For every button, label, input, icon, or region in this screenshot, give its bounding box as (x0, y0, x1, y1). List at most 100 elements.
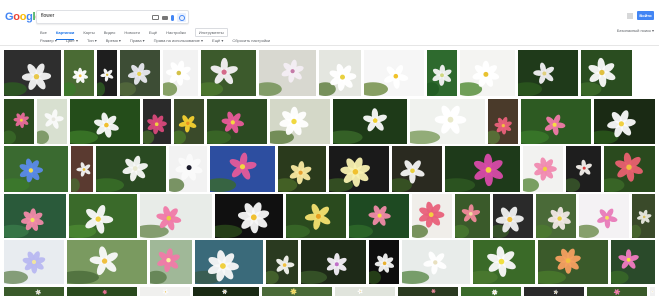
image-thumbnail[interactable] (120, 50, 160, 96)
keyboard-icon[interactable] (162, 15, 168, 20)
camera-icon[interactable] (152, 15, 159, 20)
image-thumbnail[interactable] (140, 287, 190, 296)
image-thumbnail[interactable] (4, 99, 34, 144)
image-thumbnail[interactable] (4, 240, 64, 284)
image-thumbnail[interactable] (163, 50, 198, 96)
tool-dropdown-5[interactable]: Права на использование ▾ (154, 38, 203, 43)
image-thumbnail[interactable] (195, 240, 263, 284)
image-thumbnail[interactable] (140, 194, 212, 238)
tool-dropdown-1[interactable]: Цвет ▾ (66, 38, 78, 43)
tab-6[interactable]: Настройки (166, 30, 186, 35)
image-thumbnail[interactable] (4, 146, 68, 192)
tool-dropdown-6[interactable]: Ещё ▾ (212, 38, 223, 43)
image-thumbnail[interactable] (70, 99, 140, 144)
image-thumbnail[interactable] (71, 146, 93, 192)
tool-dropdown-2[interactable]: Тип ▾ (87, 38, 97, 43)
image-thumbnail[interactable] (150, 240, 192, 284)
image-thumbnail[interactable] (301, 240, 366, 284)
tool-dropdown-7[interactable]: Сбросить настройки (232, 38, 270, 43)
image-thumbnail[interactable] (581, 50, 632, 96)
image-thumbnail[interactable] (201, 50, 256, 96)
image-thumbnail[interactable] (319, 50, 361, 96)
image-thumbnail[interactable] (169, 146, 207, 192)
image-thumbnail[interactable] (455, 194, 490, 238)
safesearch-toggle[interactable]: Безопасный поиск ▾ (617, 28, 654, 33)
image-row (0, 194, 659, 238)
tab-1[interactable]: Картинки (55, 30, 75, 40)
image-thumbnail[interactable] (488, 99, 518, 144)
image-thumbnail[interactable] (286, 194, 346, 238)
image-thumbnail[interactable] (460, 50, 515, 96)
image-thumbnail[interactable] (579, 194, 629, 238)
image-thumbnail[interactable] (329, 146, 389, 192)
image-thumbnail[interactable] (445, 146, 520, 192)
image-thumbnail[interactable] (69, 194, 137, 238)
image-thumbnail[interactable] (566, 146, 601, 192)
image-thumbnail[interactable] (392, 146, 442, 192)
image-thumbnail[interactable] (96, 146, 166, 192)
image-thumbnail[interactable] (262, 287, 332, 296)
image-thumbnail[interactable] (461, 287, 521, 296)
image-thumbnail[interactable] (4, 50, 61, 96)
tab-3[interactable]: Видео (104, 30, 116, 35)
image-thumbnail[interactable] (410, 99, 485, 144)
image-thumbnail[interactable] (335, 287, 395, 296)
image-thumbnail[interactable] (4, 287, 64, 296)
tab-7[interactable]: Инструменты (194, 27, 228, 37)
image-thumbnail[interactable] (210, 146, 275, 192)
image-thumbnail[interactable] (193, 287, 259, 296)
image-thumbnail[interactable] (650, 287, 655, 296)
image-thumbnail[interactable] (266, 240, 298, 284)
tab-4[interactable]: Новости (124, 30, 139, 35)
image-thumbnail[interactable] (611, 240, 655, 284)
image-thumbnail[interactable] (4, 194, 66, 238)
tab-2[interactable]: Карты (83, 30, 94, 35)
image-thumbnail[interactable] (493, 194, 533, 238)
signin-button[interactable]: Войти (637, 11, 654, 20)
image-thumbnail[interactable] (412, 194, 452, 238)
search-icon[interactable] (177, 13, 186, 22)
image-thumbnail[interactable] (536, 194, 576, 238)
image-thumbnail[interactable] (402, 240, 470, 284)
image-thumbnail[interactable] (523, 146, 563, 192)
image-thumbnail[interactable] (207, 99, 267, 144)
apps-grid-icon[interactable] (627, 13, 633, 19)
image-thumbnail[interactable] (604, 146, 655, 192)
image-thumbnail[interactable] (632, 194, 655, 238)
image-thumbnail[interactable] (215, 194, 283, 238)
image-thumbnail[interactable] (521, 99, 591, 144)
image-thumbnail[interactable] (349, 194, 409, 238)
image-thumbnail[interactable] (594, 99, 655, 144)
image-thumbnail[interactable] (67, 240, 147, 284)
tab-5[interactable]: Ещё (149, 30, 157, 35)
image-thumbnail[interactable] (143, 99, 171, 144)
image-thumbnail[interactable] (364, 50, 424, 96)
image-thumbnail[interactable] (333, 99, 407, 144)
microphone-icon[interactable] (171, 14, 174, 21)
image-thumbnail[interactable] (97, 50, 117, 96)
image-thumbnail[interactable] (278, 146, 326, 192)
image-thumbnail[interactable] (398, 287, 458, 296)
tool-dropdown-4[interactable]: Права ▾ (130, 38, 145, 43)
image-thumbnail[interactable] (427, 50, 457, 96)
image-thumbnail[interactable] (524, 287, 584, 296)
image-row (0, 287, 659, 296)
image-row (0, 99, 659, 144)
image-thumbnail[interactable] (64, 50, 94, 96)
image-thumbnail[interactable] (37, 99, 67, 144)
search-icons (152, 13, 186, 22)
image-thumbnail[interactable] (259, 50, 316, 96)
search-input[interactable]: flower (41, 13, 54, 19)
tool-dropdown-0[interactable]: Размер ▾ (40, 38, 57, 43)
image-thumbnail[interactable] (174, 99, 204, 144)
image-thumbnail[interactable] (67, 287, 137, 296)
tab-0[interactable]: Все (40, 30, 47, 35)
image-thumbnail[interactable] (587, 287, 647, 296)
image-thumbnail[interactable] (518, 50, 578, 96)
search-box[interactable]: flower (36, 10, 189, 24)
image-thumbnail[interactable] (369, 240, 399, 284)
image-thumbnail[interactable] (270, 99, 330, 144)
image-thumbnail[interactable] (538, 240, 608, 284)
tool-dropdown-3[interactable]: Время ▾ (106, 38, 121, 43)
image-thumbnail[interactable] (473, 240, 535, 284)
